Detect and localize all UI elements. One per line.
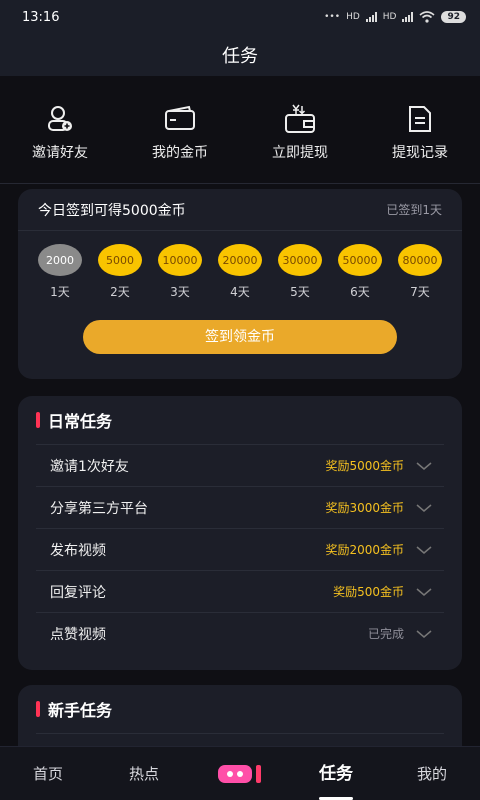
coin-icon: 50000	[338, 244, 382, 276]
day-label: 1天	[50, 285, 70, 299]
task-right: 奖励500金币	[333, 583, 432, 600]
coin-icon: 80000	[398, 244, 442, 276]
daily-tasks-header: 日常任务	[18, 396, 462, 444]
task-row-like[interactable]: 点赞视频 已完成	[36, 612, 444, 654]
task-reward: 奖励500金币	[333, 585, 404, 599]
checkin-day-5: 30000 5天	[278, 244, 322, 300]
wifi-icon	[419, 11, 435, 23]
checkin-day-4: 20000 4天	[218, 244, 262, 300]
checkin-day-6: 50000 6天	[338, 244, 382, 300]
divider	[36, 733, 444, 734]
checkin-day-7: 80000 7天	[398, 244, 442, 300]
task-right: 奖励5000金币	[325, 457, 432, 474]
bottom-tab-bar: 首页 热点 任务 我的	[0, 746, 480, 800]
day-label: 5天	[290, 285, 310, 299]
tab-home[interactable]: 首页	[0, 747, 96, 800]
withdraw-wallet-icon	[283, 102, 317, 136]
chevron-down-icon[interactable]	[416, 461, 432, 471]
task-status: 已完成	[367, 627, 404, 641]
wallet-icon	[163, 102, 197, 136]
quick-action-withdraw[interactable]: 立即提现	[240, 76, 360, 183]
quick-action-label: 邀请好友	[32, 145, 88, 161]
chevron-down-icon[interactable]	[416, 545, 432, 555]
task-row-share[interactable]: 分享第三方平台 奖励3000金币	[36, 486, 444, 528]
day-label: 7天	[410, 285, 430, 299]
daily-tasks-card: 日常任务 邀请1次好友 奖励5000金币 分享第三方平台 奖励3000金币 发布…	[18, 396, 462, 670]
status-time: 13:16	[22, 9, 60, 25]
signal-icon-2	[402, 12, 414, 22]
quick-action-invite[interactable]: 邀请好友	[0, 76, 120, 183]
task-row-invite[interactable]: 邀请1次好友 奖励5000金币	[36, 444, 444, 486]
checkin-day-2: 5000 2天	[98, 244, 142, 300]
checkin-days: 2000 1天 5000 2天 10000 3天 20000 4天 30000 5天 50…	[18, 231, 462, 300]
task-row-reply[interactable]: 回复评论 奖励500金币	[36, 570, 444, 612]
task-right: 奖励2000金币	[325, 541, 432, 558]
chevron-down-icon[interactable]	[416, 503, 432, 513]
task-reward: 奖励2000金币	[325, 543, 404, 557]
quick-action-records[interactable]: 提现记录	[360, 76, 480, 183]
task-reward: 奖励5000金币	[325, 459, 404, 473]
coin-icon: 30000	[278, 244, 322, 276]
tab-task[interactable]: 任务	[288, 747, 384, 800]
task-name: 发布视频	[50, 542, 106, 559]
checkin-status: 已签到1天	[386, 203, 442, 217]
chevron-down-icon[interactable]	[416, 629, 432, 639]
tab-hot[interactable]: 热点	[96, 747, 192, 800]
video-camera-icon	[216, 763, 264, 785]
day-label: 3天	[170, 285, 190, 299]
dots-icon: •••	[324, 12, 341, 22]
task-right: 奖励3000金币	[325, 499, 432, 516]
quick-action-label: 立即提现	[272, 145, 328, 161]
checkin-title: 今日签到可得5000金币	[38, 202, 186, 219]
network-label-2: HD	[382, 12, 397, 22]
coin-icon: 10000	[158, 244, 202, 276]
coin-icon: 2000	[38, 244, 82, 276]
invite-user-icon	[43, 102, 77, 136]
quick-actions: 邀请好友 我的金币 立即提现 提现记录	[0, 76, 480, 184]
active-tab-indicator	[319, 796, 353, 800]
task-reward: 奖励3000金币	[325, 501, 404, 515]
task-name: 点赞视频	[50, 626, 106, 643]
tab-record[interactable]	[192, 747, 288, 800]
task-right: 已完成	[368, 625, 432, 642]
task-name: 邀请1次好友	[50, 458, 129, 475]
section-marker	[36, 412, 40, 428]
signal-icon	[365, 12, 377, 22]
checkin-header: 今日签到可得5000金币 已签到1天	[18, 189, 462, 231]
coin-icon: 20000	[218, 244, 262, 276]
task-name: 分享第三方平台	[50, 500, 148, 517]
newbie-tasks-header: 新手任务	[18, 685, 462, 733]
quick-action-label: 我的金币	[152, 145, 208, 161]
status-bar: 13:16 ••• HD HD 92	[0, 0, 480, 34]
page-header: 任务	[0, 34, 480, 76]
quick-action-coins[interactable]: 我的金币	[120, 76, 240, 183]
day-label: 4天	[230, 285, 250, 299]
checkin-button[interactable]: 签到领金币	[83, 320, 397, 354]
newbie-tasks-title: 新手任务	[48, 701, 113, 720]
tab-task-label: 任务	[319, 763, 353, 784]
battery-icon: 92	[441, 11, 466, 23]
quick-action-label: 提现记录	[392, 145, 448, 161]
task-row-publish[interactable]: 发布视频 奖励2000金币	[36, 528, 444, 570]
daily-tasks-title: 日常任务	[48, 412, 113, 431]
page-title: 任务	[222, 46, 258, 67]
checkin-day-1: 2000 1天	[38, 244, 82, 300]
day-label: 2天	[110, 285, 130, 299]
tab-me[interactable]: 我的	[384, 747, 480, 800]
coin-icon: 5000	[98, 244, 142, 276]
task-name: 回复评论	[50, 584, 106, 601]
checkin-day-3: 10000 3天	[158, 244, 202, 300]
status-icons: ••• HD HD 92	[324, 11, 466, 23]
document-icon	[403, 102, 437, 136]
section-marker	[36, 701, 40, 717]
chevron-down-icon[interactable]	[416, 587, 432, 597]
checkin-card: 今日签到可得5000金币 已签到1天 2000 1天 5000 2天 10000 3天…	[18, 189, 462, 379]
day-label: 6天	[350, 285, 370, 299]
network-label-1: HD	[346, 12, 360, 22]
